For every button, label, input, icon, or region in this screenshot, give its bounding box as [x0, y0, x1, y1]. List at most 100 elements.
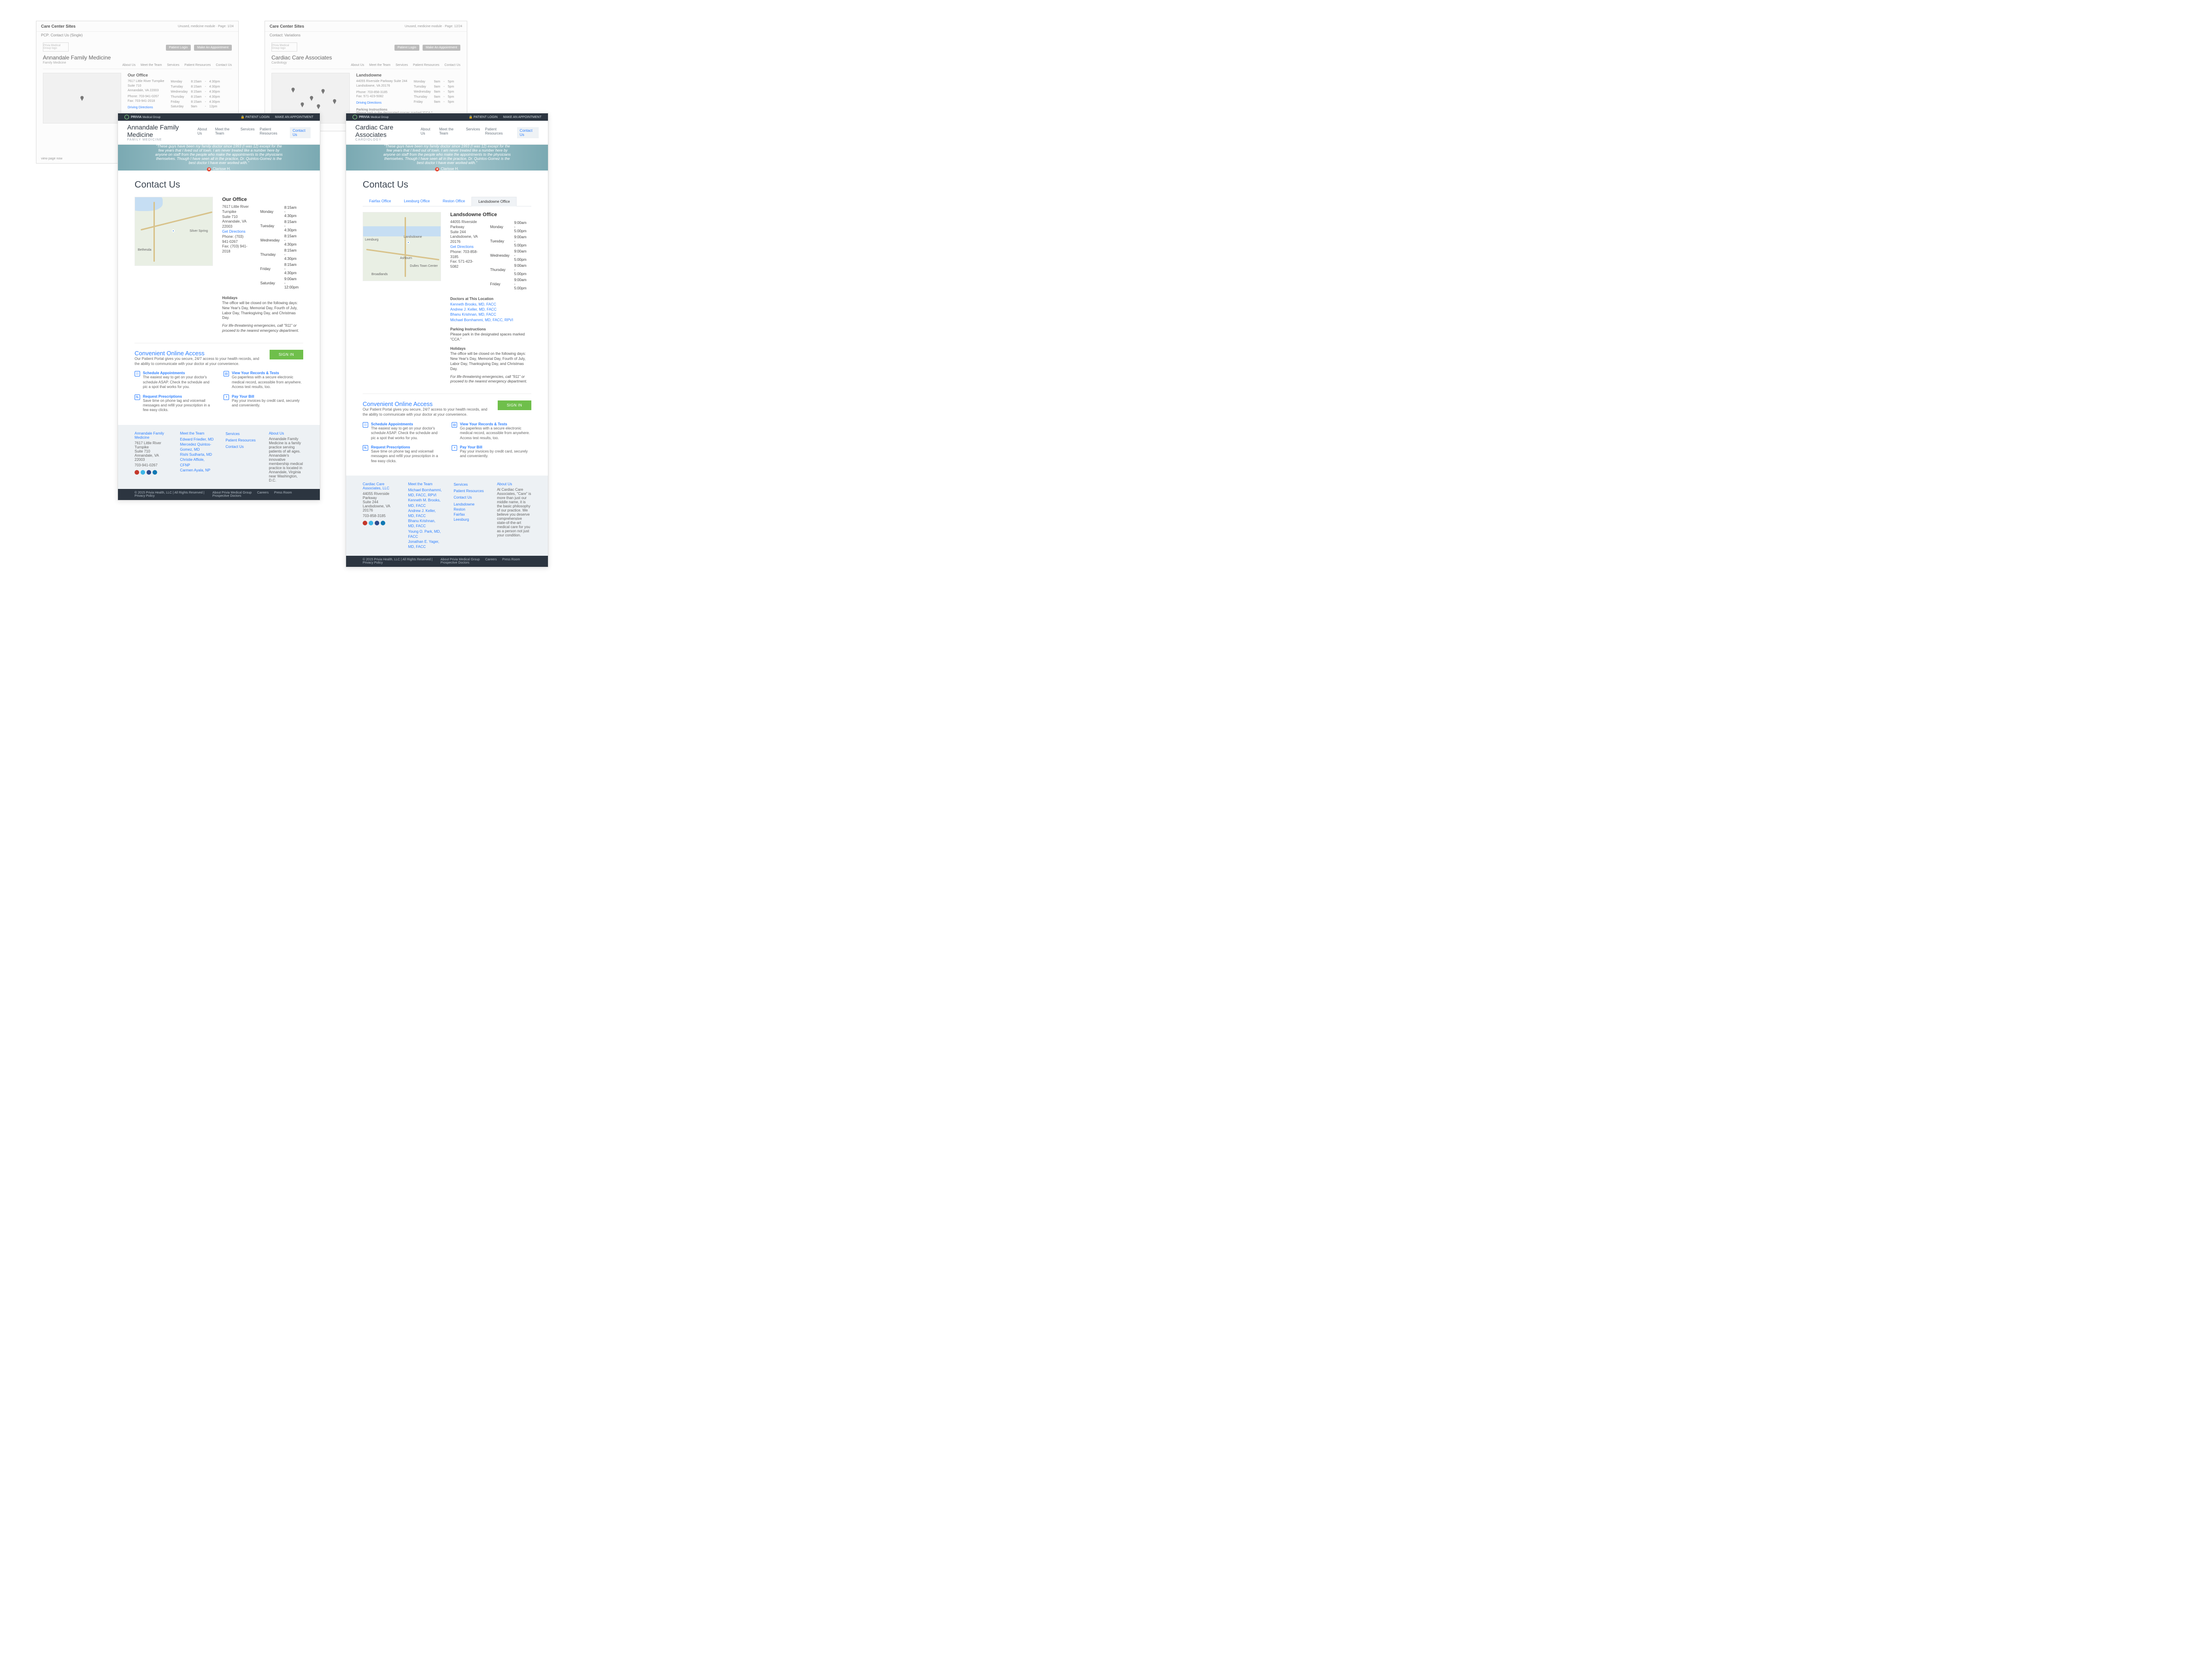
tab-landsdowne[interactable]: Landsdowne Office: [471, 197, 517, 206]
nav-contact[interactable]: Contact Us: [517, 127, 539, 138]
doctor-link[interactable]: Andrew J. Keller, MD, FACC: [450, 307, 531, 312]
team-link[interactable]: Andrew J. Keller, MD, FACC: [408, 508, 443, 518]
nav-resources[interactable]: Patient Resources: [485, 127, 512, 138]
bottom-link[interactable]: Press Room: [502, 558, 520, 561]
bottom-link[interactable]: Careers: [257, 491, 269, 494]
brand-logo[interactable]: PRIVIA Medical Group: [353, 115, 388, 119]
tab-leesburg[interactable]: Leesburg Office: [397, 197, 436, 206]
google-plus-icon[interactable]: [135, 470, 139, 475]
patient-login-button[interactable]: Patient Login: [394, 45, 420, 51]
nav-item[interactable]: Services: [167, 64, 179, 67]
nav-services[interactable]: Services: [241, 127, 255, 138]
practice-specialty: Cardiology: [271, 61, 287, 65]
twitter-icon[interactable]: [369, 521, 373, 525]
nav-item[interactable]: Meet the Team: [141, 64, 162, 67]
make-appointment-link[interactable]: MAKE AN APPOINTMENT: [275, 116, 313, 119]
nav-resources[interactable]: Patient Resources: [259, 127, 285, 138]
footer-contact-link[interactable]: Contact Us: [453, 495, 486, 500]
utility-bar: PRIVIA Medical Group 🔒 PATIENT LOGIN MAK…: [346, 113, 548, 121]
footer: Annandale Family Medicine 7617 Little Ri…: [118, 425, 320, 489]
team-link[interactable]: Bhanu Krishnan, MD, FACC: [408, 518, 443, 529]
logo-ring-icon: [124, 115, 129, 119]
make-appointment-link[interactable]: MAKE AN APPOINTMENT: [503, 116, 541, 119]
practice-name: Annandale Family Medicine: [43, 54, 232, 61]
footer-services-link[interactable]: Services: [453, 482, 486, 487]
make-appointment-button[interactable]: Make An Appointment: [423, 45, 460, 51]
footer-resources-link[interactable]: Patient Resources: [225, 438, 258, 443]
nav-contact[interactable]: Contact Us: [290, 127, 311, 138]
nav-item[interactable]: Contact Us: [444, 64, 460, 67]
office-map[interactable]: Bethesda Silver Spring: [135, 197, 213, 266]
doc-header: Care Center Sites Unused, medicine modul…: [265, 21, 467, 32]
nav-about[interactable]: About Us: [421, 127, 434, 138]
nav-item[interactable]: Contact Us: [216, 64, 232, 67]
nav-item[interactable]: Meet the Team: [369, 64, 390, 67]
team-link[interactable]: Carmen Ayala, NP: [180, 468, 215, 473]
google-plus-icon[interactable]: [363, 521, 367, 525]
footer-services-link[interactable]: Services: [225, 431, 258, 436]
get-directions-link[interactable]: Get Directions: [222, 229, 246, 234]
team-link[interactable]: Mercedez Quintos-Gomez, MD: [180, 442, 215, 452]
office-heading: Our Office: [222, 197, 303, 202]
practice-name: Cardiac Care Associates: [271, 54, 460, 61]
tab-reston[interactable]: Reston Office: [436, 197, 471, 206]
nav-item[interactable]: About Us: [351, 64, 364, 67]
footer-loc-link[interactable]: Landsdowne: [453, 502, 486, 507]
online-access-sub: Our Patient Portal gives you secure, 24/…: [135, 357, 264, 367]
footer-loc-link[interactable]: Leesburg: [453, 517, 486, 522]
tab-fairfax[interactable]: Fairfax Office: [363, 197, 397, 206]
directions-link[interactable]: Driving Directions: [128, 106, 153, 109]
footer-resources-link[interactable]: Patient Resources: [453, 488, 486, 494]
patient-login-link[interactable]: 🔒 PATIENT LOGIN: [469, 116, 498, 119]
team-link[interactable]: Young O. Park, MD, FACC: [408, 529, 443, 539]
bottom-link[interactable]: Prospective Doctors: [212, 494, 241, 498]
sign-in-button[interactable]: SIGN IN: [270, 350, 303, 359]
nav-item[interactable]: Patient Resources: [413, 64, 439, 67]
patient-login-link[interactable]: 🔒 PATIENT LOGIN: [241, 116, 270, 119]
sign-in-button[interactable]: SIGN IN: [498, 400, 531, 410]
addr-line: Annandale, VA 22003: [128, 88, 164, 93]
doctor-link[interactable]: Bhanu Krishnan, MD, FACC: [450, 312, 531, 317]
doctor-link[interactable]: Kenneth Brooks, MD, FACC: [450, 302, 531, 307]
make-appointment-button[interactable]: Make An Appointment: [194, 45, 232, 51]
team-link[interactable]: Jonathan E. Yager, MD, FACC: [408, 539, 443, 549]
bottom-link[interactable]: Press Room: [274, 491, 292, 494]
page-title: Contact Us: [363, 180, 531, 190]
directions-link[interactable]: Driving Directions: [356, 101, 382, 105]
nav-services[interactable]: Services: [466, 127, 480, 138]
doctor-link[interactable]: Michael Bornhammi, MD, FACC, RPVI: [450, 318, 531, 323]
bottom-link[interactable]: Prospective Doctors: [441, 561, 470, 565]
nav-item[interactable]: About Us: [122, 64, 135, 67]
team-link[interactable]: Michael Bornhammi, MD, FACC, RPVI: [408, 488, 443, 498]
team-link[interactable]: Rishi Sudharta, MD: [180, 452, 215, 457]
bottom-link[interactable]: About Privia Medical Group: [212, 491, 252, 494]
nav-about[interactable]: About Us: [197, 127, 210, 138]
nav-item[interactable]: Services: [395, 64, 408, 67]
footer-loc-link[interactable]: Reston: [453, 507, 486, 512]
get-directions-link[interactable]: Get Directions: [450, 245, 474, 249]
payment-icon: ◑: [224, 394, 229, 400]
doc-subtitle: PCP: Contact Us (Single): [36, 32, 238, 39]
practice-specialty: CARDIOLOGY: [355, 138, 421, 141]
patient-login-button[interactable]: Patient Login: [166, 45, 191, 51]
map-pin-icon: [290, 87, 296, 93]
linkedin-icon[interactable]: [153, 470, 157, 475]
team-link[interactable]: Christie Affiole, CFNP: [180, 457, 215, 467]
bottom-link[interactable]: Careers: [485, 558, 497, 561]
nav-team[interactable]: Meet the Team: [439, 127, 461, 138]
facebook-icon[interactable]: [375, 521, 379, 525]
twitter-icon[interactable]: [141, 470, 145, 475]
footer-loc-link[interactable]: Fairfax: [453, 512, 486, 517]
office-map[interactable]: Leesburg Landsdowne Ashburn Broadlands D…: [363, 212, 441, 281]
team-link[interactable]: Kenneth M. Brooks, MD, FACC: [408, 498, 443, 508]
nav-item[interactable]: Patient Resources: [184, 64, 211, 67]
view-page-link[interactable]: view page now: [41, 157, 62, 160]
linkedin-icon[interactable]: [381, 521, 385, 525]
footer-contact-link[interactable]: Contact Us: [225, 444, 258, 449]
team-link[interactable]: Edward Friedler, MD: [180, 437, 215, 442]
facebook-icon[interactable]: [147, 470, 151, 475]
nav-team[interactable]: Meet the Team: [215, 127, 235, 138]
brand-logo[interactable]: PRIVIA Medical Group: [124, 115, 160, 119]
practice-specialty: FAMILY MEDICINE: [127, 138, 197, 141]
bottom-link[interactable]: About Privia Medical Group: [441, 558, 480, 561]
